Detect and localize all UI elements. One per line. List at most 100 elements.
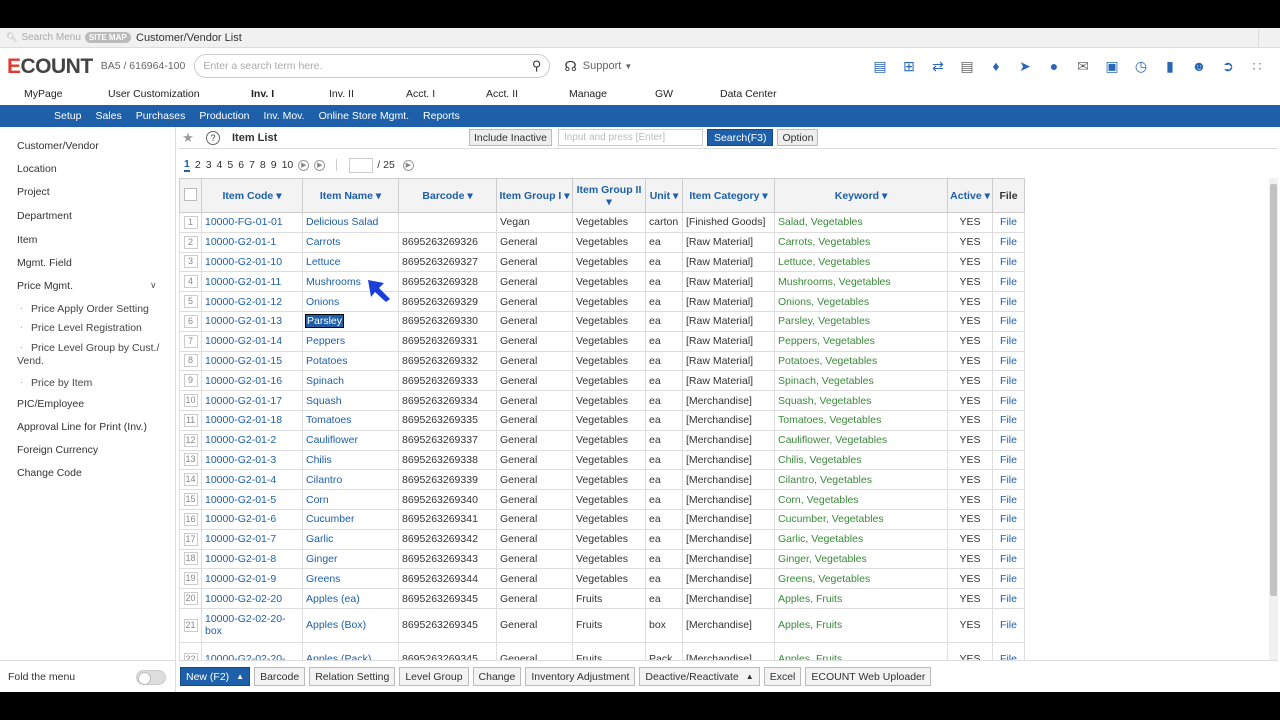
sidebar-item-department[interactable]: Department	[17, 210, 72, 222]
file-link[interactable]: File	[992, 310, 1025, 332]
item-code-link[interactable]: 10000-G2-01-15	[201, 350, 303, 372]
selected-item-name[interactable]: Parsley	[304, 314, 345, 329]
item-code-link[interactable]: 10000-FG-01-01	[201, 212, 303, 233]
file-link[interactable]: File	[992, 568, 1025, 590]
menu-gw[interactable]: GW	[655, 88, 673, 100]
row-number-label[interactable]: 7	[183, 334, 198, 348]
item-code-link[interactable]: 10000-G2-01-8	[201, 548, 303, 570]
item-name-link[interactable]: Garlic	[302, 528, 399, 550]
item-name-link[interactable]: Apples (Pack)	[302, 641, 399, 660]
file-link[interactable]: File	[992, 212, 1025, 233]
page-9[interactable]: 9	[271, 159, 277, 171]
item-name-link[interactable]: Tomatoes	[302, 409, 399, 431]
sidebar-item-price-mgmt[interactable]: Price Mgmt.	[17, 280, 73, 292]
item-name-link[interactable]: Apples (Box)	[302, 607, 399, 643]
document-icon[interactable]: ▤	[956, 56, 978, 76]
item-name-link[interactable]: Cilantro	[302, 469, 399, 491]
file-link[interactable]: File	[992, 231, 1025, 253]
item-name-link[interactable]: Peppers	[302, 330, 399, 352]
mail-icon[interactable]: ✉	[1072, 56, 1094, 76]
menu-data-center[interactable]: Data Center	[720, 88, 777, 100]
sidebar-sub-price-apply-order[interactable]: Price Apply Order Setting	[31, 303, 149, 316]
change-button[interactable]: Change	[472, 667, 522, 686]
submenu-online-store[interactable]: Online Store Mgmt.	[312, 105, 416, 127]
file-link[interactable]: File	[992, 291, 1025, 312]
item-name-link[interactable]: Greens	[302, 568, 399, 590]
row-number-label[interactable]: 9	[183, 374, 198, 388]
header-item-group-2[interactable]: Item Group II ▾	[572, 178, 646, 213]
item-name-link[interactable]: Ginger	[302, 548, 399, 570]
file-link[interactable]: File	[992, 588, 1025, 609]
menu-manage[interactable]: Manage	[569, 88, 607, 100]
row-number-label[interactable]: 19	[183, 572, 198, 586]
item-name-link[interactable]: Parsley	[302, 310, 399, 332]
table-row[interactable]: 13 10000-G2-01-3 Chilis 8695263269338 Genera…	[179, 449, 1025, 471]
item-code-link[interactable]: 10000-G2-01-7	[201, 528, 303, 550]
item-code-link[interactable]: 10000-G2-01-4	[201, 469, 303, 491]
table-row[interactable]: 7 10000-G2-01-14 Peppers 8695263269331 Gener…	[179, 330, 1025, 352]
row-number-label[interactable]: 1	[183, 215, 198, 229]
star-icon[interactable]: ★	[178, 130, 198, 146]
megaphone-icon[interactable]: ➤	[1014, 56, 1036, 76]
table-row[interactable]: 3 10000-G2-01-10 Lettuce 8695263269327 Gener…	[179, 251, 1025, 273]
monitor-check-icon[interactable]: ▤	[869, 56, 891, 76]
excel-button[interactable]: Excel	[763, 667, 802, 686]
table-row[interactable]: 8 10000-G2-01-15 Potatoes 8695263269332 Gene…	[179, 350, 1025, 372]
file-link[interactable]: File	[992, 528, 1025, 550]
row-number-label[interactable]: 22	[183, 652, 198, 660]
help-icon[interactable]: ?	[206, 130, 220, 145]
row-number-label[interactable]: 10	[183, 394, 198, 408]
file-link[interactable]: File	[992, 508, 1025, 530]
table-row[interactable]: 19 10000-G2-01-9 Greens 8695263269344 Genera…	[179, 568, 1025, 590]
table-row[interactable]: 9 10000-G2-01-16 Spinach 8695263269333 Gener…	[179, 370, 1025, 392]
transfer-icon[interactable]: ⇄	[927, 56, 949, 76]
sidebar-item-mgmt-field[interactable]: Mgmt. Field	[17, 257, 72, 269]
item-name-link[interactable]: Spinach	[302, 370, 399, 392]
file-link[interactable]: File	[992, 409, 1025, 431]
table-row[interactable]: 6 10000-G2-01-13 Parsley 8695263269330 Gener…	[179, 310, 1025, 332]
item-code-link[interactable]: 10000-G2-01-9	[201, 568, 303, 590]
table-row[interactable]: 5 10000-G2-01-12 Onions 8695263269329 Genera…	[179, 291, 1025, 312]
item-name-link[interactable]: Chilis	[302, 449, 399, 471]
sidebar-item-pic-employee[interactable]: PIC/Employee	[17, 398, 84, 410]
item-code-link[interactable]: 10000-G2-01-1	[201, 231, 303, 253]
new-button[interactable]: New (F2) ▲	[180, 667, 251, 686]
item-code-link[interactable]: 10000-G2-01-17	[201, 390, 303, 411]
menu-user-customization[interactable]: User Customization	[108, 88, 200, 100]
sidebar-item-approval-line[interactable]: Approval Line for Print (Inv.)	[17, 421, 147, 433]
global-search-input[interactable]: Enter a search term here. ⚲	[194, 54, 551, 78]
bookmark-icon[interactable]: ▮	[1159, 56, 1181, 76]
fold-menu-toggle[interactable]	[136, 670, 166, 685]
header-item-category[interactable]: Item Category ▾	[682, 178, 775, 213]
item-name-link[interactable]: Apples (ea)	[302, 588, 399, 609]
file-link[interactable]: File	[992, 449, 1025, 471]
header-item-group-1[interactable]: Item Group I ▾	[496, 178, 573, 213]
item-code-link[interactable]: 10000-G2-02-20	[201, 588, 303, 609]
file-link[interactable]: File	[992, 330, 1025, 352]
header-unit[interactable]: Unit ▾	[645, 178, 683, 213]
file-link[interactable]: File	[992, 469, 1025, 491]
page-6[interactable]: 6	[238, 159, 244, 171]
item-code-link[interactable]: 10000-G2-01-6	[201, 508, 303, 530]
row-number-label[interactable]: 14	[183, 473, 198, 487]
item-code-link[interactable]: 10000-G2-02-20-	[201, 641, 303, 660]
file-link[interactable]: File	[992, 641, 1025, 660]
clock-icon[interactable]: ◷	[1130, 56, 1152, 76]
item-code-link[interactable]: 10000-G2-01-3	[201, 449, 303, 471]
header-item-code[interactable]: Item Code ▾	[201, 178, 303, 213]
presentation-icon[interactable]: ▣	[1101, 56, 1123, 76]
header-barcode[interactable]: Barcode ▾	[398, 178, 497, 213]
item-name-link[interactable]: Carrots	[302, 231, 399, 253]
item-code-link[interactable]: 10000-G2-01-16	[201, 370, 303, 392]
submenu-production[interactable]: Production	[192, 105, 256, 127]
web-uploader-button[interactable]: ECOUNT Web Uploader	[805, 667, 932, 686]
page-3[interactable]: 3	[206, 159, 212, 171]
bell-icon[interactable]: ♦	[985, 56, 1007, 76]
last-page-icon[interactable]: ▶	[314, 159, 326, 171]
page-8[interactable]: 8	[260, 159, 266, 171]
row-number-label[interactable]: 21	[183, 618, 198, 632]
scrollbar-thumb[interactable]	[1270, 184, 1277, 596]
barcode-button[interactable]: Barcode	[254, 667, 306, 686]
chat-icon[interactable]: ●	[1043, 56, 1065, 76]
file-link[interactable]: File	[992, 271, 1025, 293]
